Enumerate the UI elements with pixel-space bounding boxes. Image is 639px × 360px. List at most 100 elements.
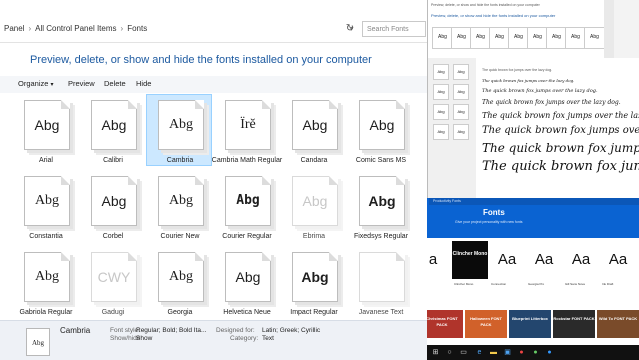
preview-line: The quick brown fox jumps over the lazy …	[482, 99, 621, 106]
font-tile[interactable]: Abg Courier Regular	[215, 172, 279, 244]
search-icon[interactable]: ○	[445, 348, 454, 357]
store-font-card[interactable]: Clincher Mono	[452, 241, 488, 279]
breadcrumb-item-fonts[interactable]: Fonts	[127, 24, 147, 33]
font-tile[interactable]: Javanese Text	[349, 248, 413, 320]
preview-sidebar: Abg Abg Abg Abg Abg Abg Abg Abg	[428, 58, 476, 198]
font-tile[interactable]: Abg Impact Regular	[282, 248, 346, 320]
font-tile[interactable]: Abg Gabriola Regular	[14, 248, 78, 320]
font-grid: Abg Arial Abg Calibri Abg Cambria Ïrĕ Cambria M…	[14, 94, 427, 320]
search-placeholder: Search Fonts	[367, 26, 409, 33]
thumbnail-font-tile: Abg	[489, 27, 510, 49]
task-view-icon[interactable]: ▭	[459, 348, 468, 357]
store-font-pack[interactable]: Wild To FONT PACK	[597, 310, 639, 338]
preview-line: The quick brown fox jumps over the lazy …	[482, 125, 639, 136]
store-font-pack[interactable]: Rockstar FONT PACK	[553, 310, 595, 338]
search-input[interactable]: Search Fonts	[362, 21, 426, 37]
font-tile[interactable]: Abg Ebrima	[282, 172, 346, 244]
chevron-down-icon: ▾	[50, 82, 54, 88]
font-sample-text: Abg	[235, 269, 261, 285]
page-corner	[195, 252, 204, 261]
thumbnail-font-tile: Abg	[453, 64, 469, 80]
store-card-label: Georgia Pro	[528, 282, 545, 286]
windows-icon[interactable]: ⊞	[431, 348, 440, 357]
breadcrumb-item-panel[interactable]: Panel	[4, 24, 24, 33]
organize-button[interactable]: Organize ▾	[18, 79, 53, 88]
page-corner	[396, 252, 405, 261]
preview-button[interactable]: Preview	[68, 79, 95, 88]
font-tile[interactable]: Abg Helvetica Neue	[215, 248, 279, 320]
app-icon[interactable]: ●	[517, 348, 526, 357]
address-bar: Panel › All Control Panel Items › Fonts ▾ ↻ …	[0, 18, 427, 43]
command-bar: Organize ▾ Preview Delete Hide	[0, 76, 427, 93]
page-corner	[396, 176, 405, 185]
font-tile[interactable]: Abg Constantia	[14, 172, 78, 244]
font-file-icon: Abg	[91, 176, 137, 226]
font-tile[interactable]: CWY Gadugi	[81, 248, 145, 320]
font-name-label: Ebrima	[302, 233, 326, 240]
store-font-pack[interactable]: Blueprint Litterbox	[509, 310, 551, 338]
show-hide-value: Show	[136, 335, 153, 342]
preview-line: The quick brown fox jumps over the lazy …	[482, 78, 575, 83]
store-font-card[interactable]: Aa	[600, 241, 636, 279]
folder-icon[interactable]: ▬	[489, 348, 498, 357]
thumbnail-fonts-window: Preview, delete, or show and hide the fo…	[427, 0, 615, 58]
hide-button[interactable]: Hide	[136, 79, 151, 88]
font-tile[interactable]: Ïrĕ Cambria Math Regular	[212, 96, 282, 168]
font-file-icon: Abg	[24, 100, 70, 150]
font-tile[interactable]: Abg Arial	[14, 96, 78, 168]
font-name-label: Constantia	[29, 233, 63, 240]
font-sample-text: Abg	[101, 117, 127, 133]
store-font-pack[interactable]: Halloween FONT PACK	[465, 310, 507, 338]
font-sample-text: Abg	[34, 269, 60, 284]
font-name-label: Comic Sans MS	[355, 157, 407, 164]
thumbnail-font-tile: Abg	[433, 84, 449, 100]
font-sample-text: Abg	[168, 117, 194, 132]
font-tile[interactable]: Abg Candara	[282, 96, 346, 168]
font-name-label: Courier Regular	[222, 233, 272, 240]
store-font-card[interactable]: a	[427, 241, 451, 279]
font-tile[interactable]: Abg Comic Sans MS	[349, 96, 413, 168]
preview-line: The quick brown fox jumps over th	[482, 141, 639, 155]
store-font-pack[interactable]: Christmas FONT PACK	[427, 310, 463, 338]
thumbnail-font-tile: Abg	[470, 27, 491, 49]
font-tile[interactable]: Abg Cambria	[146, 94, 212, 168]
refresh-icon[interactable]: ↻	[343, 21, 357, 37]
font-tile[interactable]: Abg Corbel	[81, 172, 145, 244]
app-icon[interactable]: ●	[545, 348, 554, 357]
edge-icon[interactable]: e	[475, 348, 484, 357]
font-file-icon: Abg	[359, 100, 405, 150]
store-font-card[interactable]: Aa	[489, 241, 525, 279]
font-name-label: Helvetica Neue	[223, 309, 271, 316]
category-value: Text	[262, 335, 274, 342]
font-file-icon: Abg	[225, 252, 271, 302]
font-name-label: Javanese Text	[358, 309, 404, 316]
preview-sample-text: The quick brown fox jumps over the lazy …	[482, 68, 553, 72]
font-tile[interactable]: Abg Courier New	[148, 172, 212, 244]
font-sample-text: Abg	[168, 193, 194, 208]
font-tile[interactable]: Abg Fixedsys Regular	[349, 172, 413, 244]
font-file-icon: Abg	[292, 252, 338, 302]
font-sample-text: Abg	[168, 269, 194, 284]
thumbnail-font-tile: Abg	[508, 27, 529, 49]
app-icon[interactable]: ●	[531, 348, 540, 357]
page-corner	[396, 100, 405, 109]
store-icon[interactable]: ▣	[503, 348, 512, 357]
store-card-label: Clincher Mono	[454, 282, 474, 286]
selected-font-name: Cambria	[60, 326, 91, 335]
thumbnail-font-tile: Abg	[433, 64, 449, 80]
page-corner	[61, 100, 70, 109]
thumbnail-headline: Preview, delete, or show and hide the fo…	[431, 13, 556, 18]
designed-for-label: Designed for:	[216, 327, 255, 334]
store-font-card[interactable]: Aa	[526, 241, 562, 279]
font-sample-text: Abg	[302, 117, 328, 133]
font-sample-text: Abg	[236, 193, 260, 208]
delete-button[interactable]: Delete	[104, 79, 126, 88]
font-tile[interactable]: Abg Calibri	[81, 96, 145, 168]
breadcrumb-item-all-items[interactable]: All Control Panel Items	[35, 24, 116, 33]
page-corner	[61, 176, 70, 185]
font-name-label: Gabriola Regular	[19, 309, 73, 316]
font-tile[interactable]: Abg Georgia	[148, 248, 212, 320]
store-font-card[interactable]: Aa	[563, 241, 599, 279]
page-corner	[195, 100, 204, 109]
font-name-label: Gadugi	[101, 309, 125, 316]
